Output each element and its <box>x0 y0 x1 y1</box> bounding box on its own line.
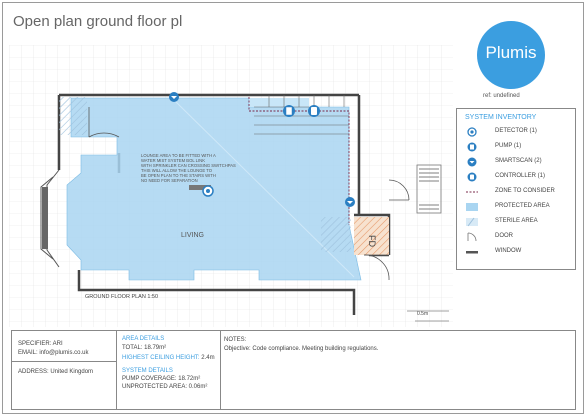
system-inventory-panel: SYSTEM INVENTORY DETECTOR (1) PUMP (1) S… <box>456 108 576 270</box>
inventory-item-label: WINDOW <box>495 248 522 254</box>
inventory-item-detector: DETECTOR (1) <box>457 126 575 138</box>
page-title: Open plan ground floor pl <box>13 13 183 30</box>
footer-divider <box>12 361 116 362</box>
pump-icon[interactable] <box>283 105 295 117</box>
inventory-item-controller: CONTROLLER (1) <box>457 171 575 183</box>
unprotected-area-right <box>321 217 351 252</box>
smartscan-icon[interactable] <box>169 92 179 102</box>
inventory-item-label: CONTROLLER (1) <box>495 173 546 179</box>
unprotected-area: UNPROTECTED AREA: 0.06m² <box>122 384 208 390</box>
ceiling-height-value: 2.4m <box>201 355 215 361</box>
address-text: ADDRESS: United Kingdom <box>18 369 94 375</box>
plan-caption: GROUND FLOOR PLAN 1:50 <box>85 294 158 300</box>
notes-heading: NOTES: <box>224 337 247 343</box>
system-details-heading: SYSTEM DETAILS <box>122 368 173 374</box>
inventory-item-pump: PUMP (1) <box>457 141 575 153</box>
inventory-item-label: ZONE TO CONSIDER <box>495 188 555 194</box>
smartscan-icon[interactable] <box>345 197 355 207</box>
ceiling-height-heading: HIGHEST CEILING HEIGHT: 2.4m <box>122 355 215 361</box>
reference-text: ref: undefined <box>483 93 520 99</box>
inventory-item-zone: ZONE TO CONSIDER <box>457 186 575 198</box>
inventory-item-door: DOOR <box>457 231 575 243</box>
annotation-line: NO NEED FOR SEPARATION <box>141 178 198 183</box>
inventory-item-protected: PROTECTED AREA <box>457 201 575 213</box>
inventory-item-label: STERILE AREA <box>495 218 538 224</box>
inventory-item-label: PROTECTED AREA <box>495 203 550 209</box>
controller-icon[interactable] <box>308 105 320 117</box>
specifier-text: SPECIFIER: ARI <box>18 341 63 347</box>
drawing-sheet: Open plan ground floor pl Plumis ref: un… <box>2 2 584 414</box>
ceiling-height-label: HIGHEST CEILING HEIGHT: <box>122 355 202 361</box>
zone-line-icon <box>466 191 478 193</box>
inventory-item-label: DETECTOR (1) <box>495 128 537 134</box>
window-icon <box>466 251 478 254</box>
inventory-item-smartscan: SMARTSCAN (2) <box>457 156 575 168</box>
inventory-item-label: PUMP (1) <box>495 143 522 149</box>
inventory-item-window: WINDOW <box>457 246 575 258</box>
protected-area <box>66 97 362 281</box>
plumis-logo: Plumis <box>477 21 545 89</box>
sterile-swatch-icon <box>466 217 478 227</box>
scale-label: 0.5m <box>417 311 428 317</box>
footer-info-block: SPECIFIER: ARI EMAIL: info@plumis.co.uk … <box>11 330 576 410</box>
smartscan-icon <box>467 157 477 167</box>
room-label: LIVING <box>181 232 204 239</box>
specifier-column: SPECIFIER: ARI EMAIL: info@plumis.co.uk … <box>12 331 117 409</box>
unprotected-area-top-left <box>59 97 87 135</box>
inventory-item-label: SMARTSCAN (2) <box>495 158 542 164</box>
inventory-heading: SYSTEM INVENTORY <box>465 114 537 121</box>
notes-text: Objective: Code compliance. Meeting buil… <box>224 346 379 352</box>
door-icon <box>467 232 477 242</box>
area-total: TOTAL: 18.79m² <box>122 345 167 351</box>
details-column: AREA DETAILS TOTAL: 18.79m² HIGHEST CEIL… <box>116 331 221 409</box>
protected-swatch-icon <box>466 203 478 211</box>
inventory-item-label: DOOR <box>495 233 513 239</box>
fd-label: FD <box>367 235 377 247</box>
email-text: EMAIL: info@plumis.co.uk <box>18 350 89 356</box>
floor-plan[interactable]: LOUNGE AREA TO BE FITTED WITH A WATER MI… <box>9 45 453 327</box>
logo-text: Plumis <box>485 43 537 62</box>
detector-icon[interactable] <box>202 185 214 197</box>
detector-icon <box>467 127 477 137</box>
area-details-heading: AREA DETAILS <box>122 336 165 342</box>
inventory-item-sterile: STERILE AREA <box>457 216 575 228</box>
stairs-area <box>249 98 309 107</box>
pump-coverage: PUMP COVERAGE: 18.72m² <box>122 376 201 382</box>
pump-icon <box>467 142 477 152</box>
controller-icon <box>467 172 477 182</box>
